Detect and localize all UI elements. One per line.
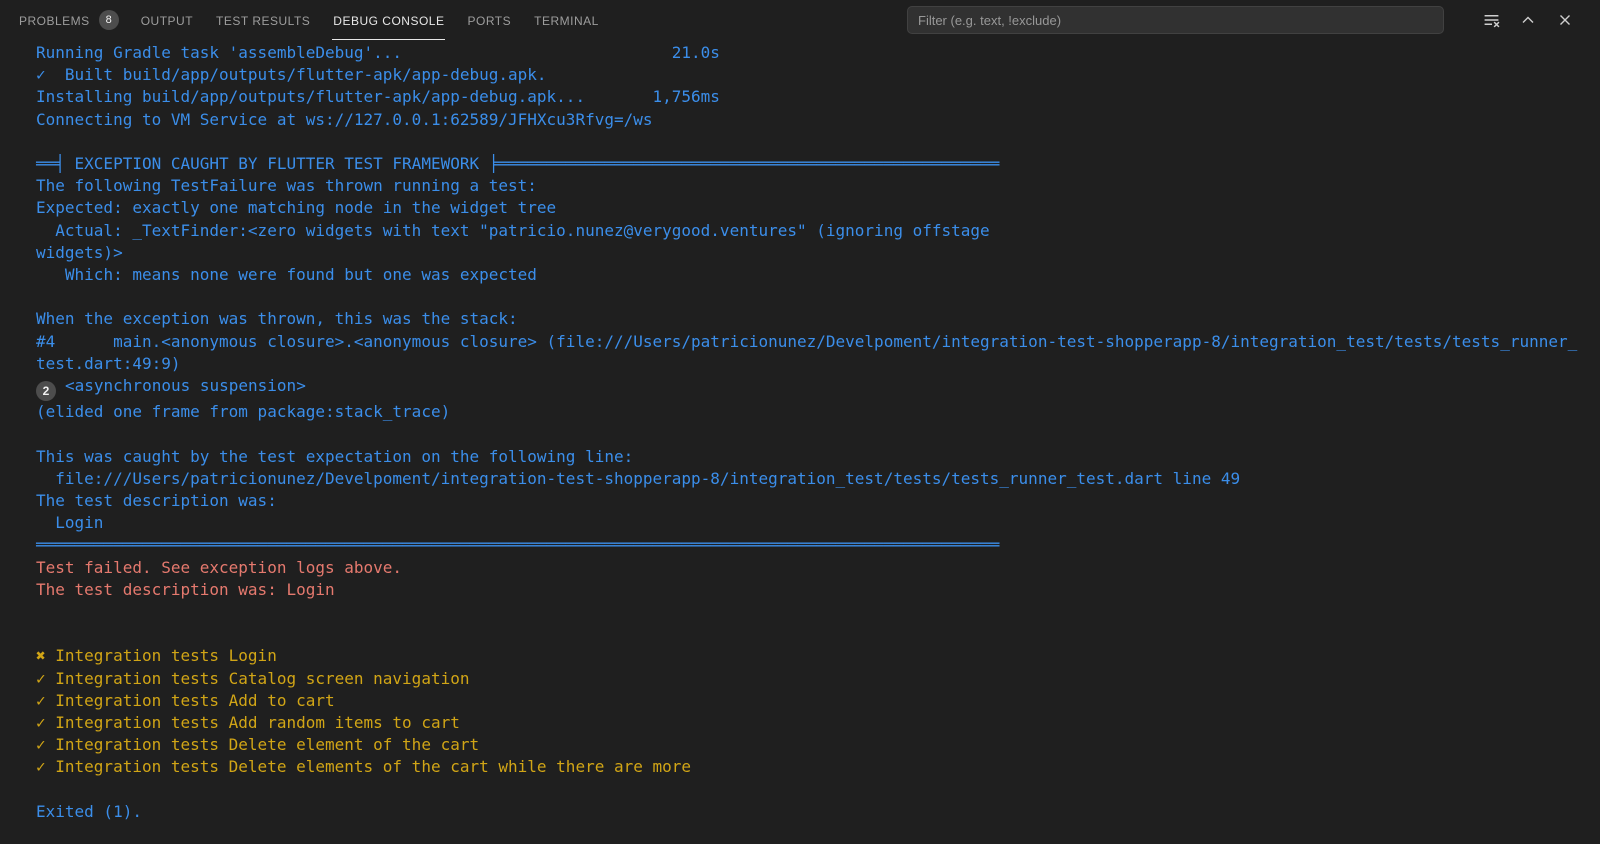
console-line: ✓ Built build/app/outputs/flutter-apk/ap…: [36, 64, 1586, 86]
tab-label: DEBUG CONSOLE: [332, 1, 446, 40]
console-line-text: ✖ Integration tests Login: [36, 646, 277, 666]
tab-debug-console[interactable]: DEBUG CONSOLE: [332, 0, 446, 40]
tab-label: TEST RESULTS: [216, 13, 311, 28]
tab-label: PORTS: [467, 13, 512, 28]
console-line: ✓ Integration tests Delete element of th…: [36, 734, 1586, 756]
chevron-up-icon: [1522, 16, 1534, 23]
close-icon: [1560, 15, 1570, 25]
console-line-text: widgets)>: [36, 242, 123, 262]
console-line: Test failed. See exception logs above.: [36, 557, 1586, 579]
console-line: ✓ Integration tests Add random items to …: [36, 712, 1586, 734]
console-line-text: The following TestFailure was thrown run…: [36, 176, 537, 196]
console-line: ════════════════════════════════════════…: [36, 534, 1586, 556]
console-line-text: <asynchronous suspension>: [65, 376, 306, 396]
console-line: #4 main.<anonymous closure>.<anonymous c…: [36, 331, 1586, 375]
console-line-text: Expected: exactly one matching node in t…: [36, 198, 557, 218]
console-line: Running Gradle task 'assembleDebug'... 2…: [36, 42, 1586, 64]
console-line: This was caught by the test expectation …: [36, 446, 1586, 468]
tab-label: TERMINAL: [534, 13, 599, 28]
console-line: ✖ Integration tests Login: [36, 645, 1586, 667]
console-line-text: ✓ Integration tests Delete element of th…: [36, 735, 480, 755]
console-line-text: Login: [36, 513, 104, 533]
close-panel-button[interactable]: [1556, 11, 1574, 29]
problems-count-badge: 8: [98, 10, 119, 30]
panel-header: PROBLEMS 8 OUTPUT TEST RESULTS DEBUG CONSOLE…: [0, 0, 1600, 40]
console-line: The test description was:: [36, 490, 1586, 512]
console-line: The following TestFailure was thrown run…: [36, 175, 1586, 197]
console-line-text: Running Gradle task 'assembleDebug'... 2…: [36, 43, 720, 62]
tab-problems[interactable]: PROBLEMS 8: [18, 0, 119, 40]
console-line-text: The test description was: Login: [36, 579, 335, 599]
clear-console-button[interactable]: [1482, 11, 1500, 29]
console-line: ══╡ EXCEPTION CAUGHT BY FLUTTER TEST FRA…: [36, 153, 1586, 175]
console-line: Expected: exactly one matching node in t…: [36, 197, 1586, 219]
console-line: 2 <asynchronous suspension>: [36, 375, 1586, 402]
panel-actions: [1482, 11, 1574, 29]
console-line-text: Connecting to VM Service at ws://127.0.0…: [36, 109, 653, 129]
console-line-text: (elided one frame from package:stack_tra…: [36, 402, 451, 422]
console-line: ✓ Integration tests Delete elements of t…: [36, 756, 1586, 778]
console-line-text: Test failed. See exception logs above.: [36, 557, 403, 577]
console-line: (elided one frame from package:stack_tra…: [36, 401, 1586, 423]
maximize-panel-button[interactable]: [1519, 11, 1537, 29]
console-line-text: Exited (1).: [36, 801, 142, 821]
console-line: Login: [36, 512, 1586, 534]
console-line: Which: means none were found but one was…: [36, 264, 1586, 286]
console-line-text: ══╡ EXCEPTION CAUGHT BY FLUTTER TEST FRA…: [36, 154, 1000, 173]
tab-label: PROBLEMS: [19, 13, 90, 28]
console-line: ✓ Integration tests Catalog screen navig…: [36, 668, 1586, 690]
console-line: file:///Users/patricionunez/Develpoment/…: [36, 468, 1586, 490]
console-line-text: ✓ Integration tests Add random items to …: [36, 712, 460, 732]
console-line: Actual: _TextFinder:<zero widgets with t…: [36, 220, 1586, 242]
debug-console-output: Running Gradle task 'assembleDebug'... 2…: [0, 40, 1600, 823]
console-line-text: ✓ Built build/app/outputs/flutter-apk/ap…: [36, 65, 547, 85]
console-line-text: ════════════════════════════════════════…: [36, 535, 1000, 555]
console-line-text: This was caught by the test expectation …: [36, 446, 634, 466]
console-line-text: When the exception was thrown, this was …: [36, 309, 518, 329]
tab-label: OUTPUT: [140, 13, 194, 28]
console-line-text: Installing build/app/outputs/flutter-apk…: [36, 87, 720, 107]
console-line: The test description was: Login: [36, 579, 1586, 601]
clear-console-icon: [1484, 14, 1499, 27]
occurrence-count-badge: 2: [36, 381, 56, 402]
console-line: Exited (1).: [36, 801, 1586, 823]
tab-output[interactable]: OUTPUT: [140, 0, 194, 40]
tab-test-results[interactable]: TEST RESULTS: [215, 0, 311, 40]
console-line: widgets)>: [36, 242, 1586, 264]
console-line: When the exception was thrown, this was …: [36, 308, 1586, 330]
console-line: ✓ Integration tests Add to cart: [36, 690, 1586, 712]
console-line-text: file:///Users/patricionunez/Develpoment/…: [36, 468, 1241, 488]
console-line-text: ✓ Integration tests Delete elements of t…: [36, 757, 692, 777]
console-line-text: Actual: _TextFinder:<zero widgets with t…: [36, 220, 990, 240]
console-line: Connecting to VM Service at ws://127.0.0…: [36, 109, 1586, 131]
tab-terminal[interactable]: TERMINAL: [533, 0, 600, 40]
tab-ports[interactable]: PORTS: [466, 0, 512, 40]
console-line-text: Which: means none were found but one was…: [36, 265, 537, 285]
console-line: Installing build/app/outputs/flutter-apk…: [36, 86, 1586, 108]
console-line-text: The test description was:: [36, 490, 277, 510]
console-line-text: ✓ Integration tests Catalog screen navig…: [36, 668, 470, 688]
filter-input[interactable]: [907, 6, 1444, 34]
console-line-text: #4 main.<anonymous closure>.<anonymous c…: [36, 331, 1578, 373]
console-line-text: ✓ Integration tests Add to cart: [36, 690, 335, 710]
panel-tab-bar: PROBLEMS 8 OUTPUT TEST RESULTS DEBUG CONSOLE…: [18, 0, 891, 40]
filter-box: [907, 6, 1444, 34]
